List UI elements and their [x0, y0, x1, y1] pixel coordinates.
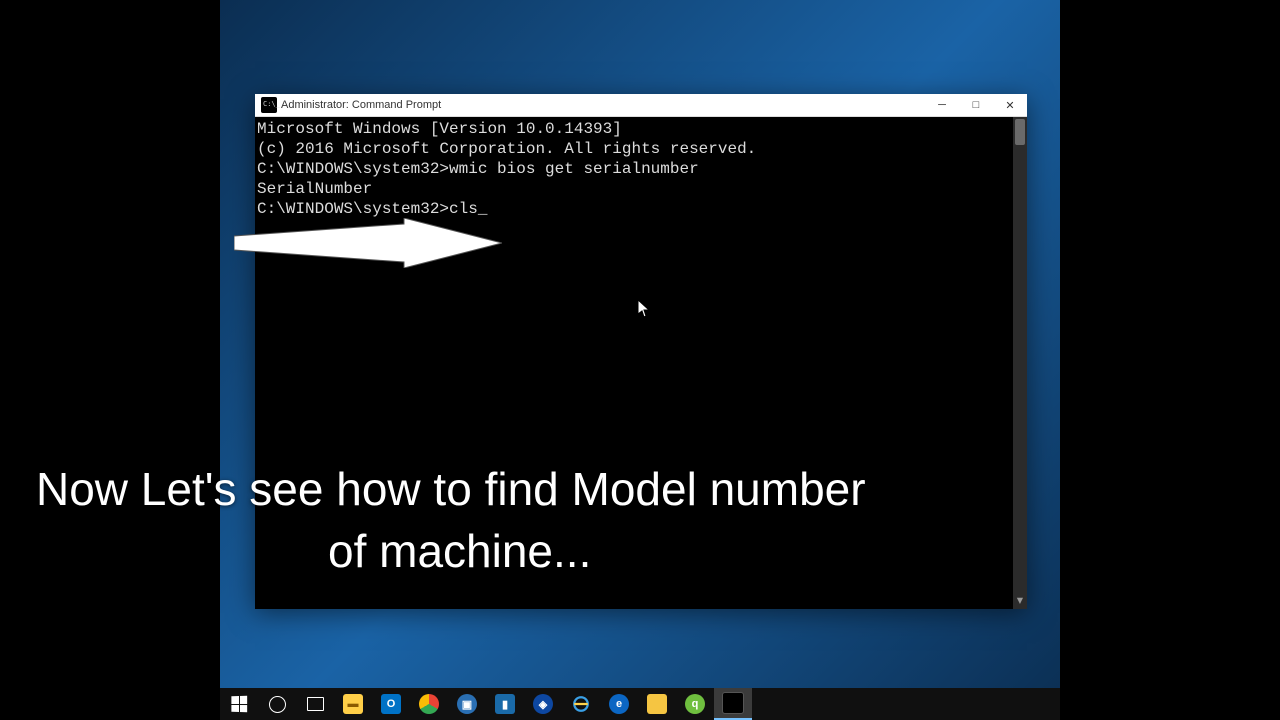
caption-line: of machine... [36, 520, 956, 582]
task-view-icon [307, 697, 324, 711]
caption-line: Now Let's see how to find Model number [36, 458, 956, 520]
taskbar-app-software-center[interactable]: ▣ [448, 688, 486, 720]
taskbar-app-cmd[interactable] [714, 688, 752, 720]
scrollbar-thumb[interactable] [1015, 119, 1025, 145]
taskbar-app-edge[interactable]: e [600, 688, 638, 720]
taskbar-app-file-explorer[interactable]: ▬ [334, 688, 372, 720]
cmd-icon [261, 97, 277, 113]
outlook-icon: O [381, 694, 401, 714]
close-button[interactable]: ✕ [993, 94, 1027, 116]
window-titlebar[interactable]: Administrator: Command Prompt ─ □ ✕ [255, 94, 1027, 117]
vs-icon: ▮ [495, 694, 515, 714]
taskbar-app-sticky-notes[interactable] [638, 688, 676, 720]
taskbar-app-teamviewer[interactable]: ◈ [524, 688, 562, 720]
terminal-line: C:\WINDOWS\system32>wmic bios get serial… [257, 159, 1021, 179]
window-controls: ─ □ ✕ [925, 94, 1027, 116]
terminal-cursor: _ [478, 200, 488, 218]
minimize-button[interactable]: ─ [925, 94, 959, 116]
cortana-icon [269, 696, 286, 713]
task-view-button[interactable] [296, 688, 334, 720]
taskbar-app-outlook[interactable]: O [372, 688, 410, 720]
taskbar-app-visual-studio[interactable]: ▮ [486, 688, 524, 720]
tutorial-caption: Now Let's see how to find Model number o… [36, 458, 956, 582]
qbittorrent-icon: q [685, 694, 705, 714]
ie-icon [572, 695, 590, 713]
terminal-line: Microsoft Windows [Version 10.0.14393] [257, 119, 1021, 139]
cmd-taskbar-icon [722, 692, 744, 714]
terminal-text: C:\WINDOWS\system32>cls [257, 200, 478, 218]
scrollbar-arrow-down-icon[interactable]: ▾ [1015, 595, 1025, 607]
taskbar[interactable]: ▬ O ▣ ▮ ◈ e q [220, 688, 1060, 720]
edge-icon: e [609, 694, 629, 714]
terminal-line: C:\WINDOWS\system32>cls_ [257, 199, 1021, 219]
taskbar-app-chrome[interactable] [410, 688, 448, 720]
file-explorer-icon: ▬ [343, 694, 363, 714]
annotation-arrow-icon [234, 218, 502, 268]
window-title: Administrator: Command Prompt [281, 99, 925, 111]
teamviewer-icon: ◈ [533, 694, 553, 714]
taskbar-app-qbittorrent[interactable]: q [676, 688, 714, 720]
terminal-line: (c) 2016 Microsoft Corporation. All righ… [257, 139, 1021, 159]
windows-logo-icon [231, 696, 247, 713]
chrome-icon [419, 694, 439, 714]
globe-icon: ▣ [457, 694, 477, 714]
start-button[interactable] [220, 688, 258, 720]
maximize-button[interactable]: □ [959, 94, 993, 116]
terminal-line: SerialNumber [257, 179, 1021, 199]
cortana-button[interactable] [258, 688, 296, 720]
terminal-scrollbar[interactable]: ▾ [1013, 117, 1027, 609]
taskbar-app-ie[interactable] [562, 688, 600, 720]
taskbar-spacer [752, 688, 1060, 720]
sticky-notes-icon [647, 694, 667, 714]
